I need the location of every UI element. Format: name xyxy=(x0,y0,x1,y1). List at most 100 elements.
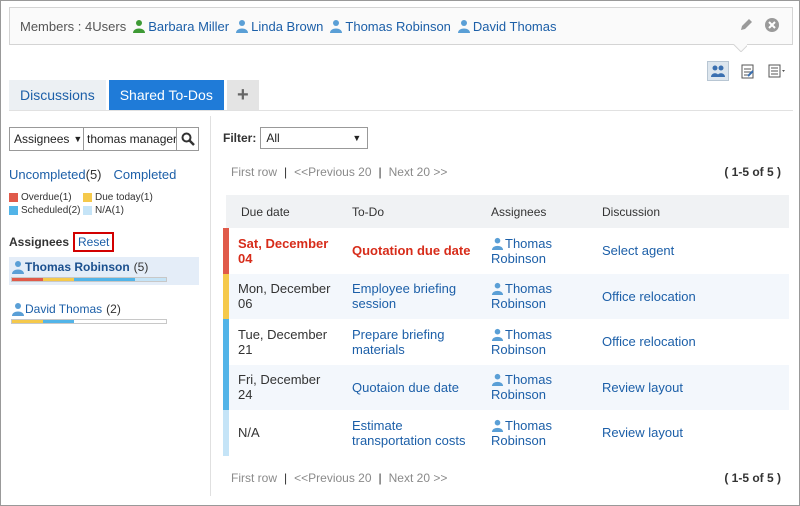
member-name: Thomas Robinson xyxy=(345,18,451,34)
filter-row: Filter: All ▼ xyxy=(223,127,369,149)
todo-table: Due date To-Do Assignees Discussion Sat,… xyxy=(223,195,792,456)
members-bar: Members : 4Users Barbara Miller Linda Br… xyxy=(9,7,793,45)
members-bar-notch xyxy=(733,44,747,52)
member-barbara-miller[interactable]: Barbara Miller xyxy=(132,19,229,34)
tab-shared-todos[interactable]: Shared To-Dos xyxy=(108,80,224,110)
pager-range: ( 1-5 of 5 ) xyxy=(724,165,781,179)
table-row: Mon, December 06 Employee briefing sessi… xyxy=(223,273,789,319)
pencil-icon[interactable] xyxy=(738,17,754,33)
member-thomas-robinson[interactable]: Thomas Robinson xyxy=(329,19,451,34)
pager-separator: | xyxy=(378,471,382,485)
assignee-cell[interactable]: Thomas Robinson xyxy=(476,364,587,410)
pager-range: ( 1-5 of 5 ) xyxy=(724,471,781,485)
user-icon xyxy=(12,261,24,274)
close-icon[interactable] xyxy=(764,17,780,33)
assignee-name-row: Thomas Robinson (5) xyxy=(11,260,197,274)
view-switcher xyxy=(707,61,789,81)
pager-separator: | xyxy=(284,165,288,179)
progress-scheduled xyxy=(42,320,74,323)
due-date-cell: N/A xyxy=(223,410,337,456)
assignee-cell[interactable]: Thomas Robinson xyxy=(476,319,587,365)
progress-na xyxy=(135,278,166,281)
previous-link[interactable]: <<Previous 20 xyxy=(294,471,371,485)
legend-due-today: Due today (1) xyxy=(83,192,193,203)
add-tab-button[interactable]: + xyxy=(226,80,259,110)
status-links: Uncompleted(5) Completed xyxy=(9,167,199,182)
progress-bar xyxy=(11,319,167,324)
member-name: David Thomas xyxy=(472,18,557,34)
next-link[interactable]: Next 20 >> xyxy=(389,471,448,485)
menu-icon[interactable] xyxy=(767,61,789,81)
completed-link[interactable]: Completed xyxy=(114,167,177,182)
table-row: N/A Estimate transportation costs Thomas… xyxy=(223,410,789,456)
pager-separator: | xyxy=(284,471,288,485)
todo-link[interactable]: Employee briefing session xyxy=(352,281,456,311)
search-input[interactable] xyxy=(84,127,177,151)
discussion-link[interactable]: Office relocation xyxy=(587,319,789,365)
tab-divider xyxy=(9,110,793,111)
chevron-down-icon: ▼ xyxy=(73,134,83,144)
table-row: Fri, December 24 Quotaion due date Thoma… xyxy=(223,364,789,410)
pager-separator: | xyxy=(378,165,382,179)
user-icon xyxy=(491,283,504,296)
assignee-item-david-thomas[interactable]: David Thomas (2) xyxy=(9,299,199,327)
todo-link[interactable]: Quotaion due date xyxy=(352,380,459,395)
assignee-cell[interactable]: Thomas Robinson xyxy=(476,228,587,274)
tab-bar: Discussions Shared To-Dos + xyxy=(9,80,259,110)
next-link[interactable]: Next 20 >> xyxy=(389,165,448,179)
members-view-icon[interactable] xyxy=(707,61,729,81)
legend-scheduled: Scheduled (2) xyxy=(9,205,83,216)
assignee-item-thomas-robinson[interactable]: Thomas Robinson (5) xyxy=(9,257,199,285)
assignee-search: Assignees ▼ xyxy=(9,127,199,151)
progress-scheduled xyxy=(73,278,136,281)
uncompleted-link[interactable]: Uncompleted(5) xyxy=(9,167,102,182)
assignee-name-row: David Thomas (2) xyxy=(11,302,197,316)
discussion-link[interactable]: Select agent xyxy=(587,228,789,274)
first-row-link[interactable]: First row xyxy=(231,165,277,179)
user-icon xyxy=(491,237,504,250)
assignee-cell[interactable]: Thomas Robinson xyxy=(476,273,587,319)
search-button[interactable] xyxy=(177,127,199,151)
filter-value: All xyxy=(266,131,280,145)
first-row-link[interactable]: First row xyxy=(231,471,277,485)
user-icon xyxy=(12,303,24,316)
assignee-count: (5) xyxy=(133,260,149,274)
previous-link[interactable]: <<Previous 20 xyxy=(294,165,371,179)
member-david-thomas[interactable]: David Thomas xyxy=(457,18,557,34)
assignees-header: Assignees Reset xyxy=(9,231,199,253)
filter-select[interactable]: All ▼ xyxy=(260,127,369,149)
table-header-row: Due date To-Do Assignees Discussion xyxy=(226,195,789,228)
left-panel: Assignees ▼ Uncompleted(5) Completed Ove… xyxy=(9,127,199,327)
col-assignees: Assignees xyxy=(476,195,587,228)
discussion-link[interactable]: Office relocation xyxy=(587,273,789,319)
tab-discussions[interactable]: Discussions xyxy=(9,80,106,110)
chevron-down-icon: ▼ xyxy=(352,133,362,143)
user-icon xyxy=(491,419,504,432)
assignee-cell[interactable]: Thomas Robinson xyxy=(476,410,587,456)
assignee-select-value: Assignees xyxy=(14,132,70,146)
col-due-date: Due date xyxy=(226,195,337,228)
reset-link[interactable]: Reset xyxy=(73,232,115,252)
member-linda-brown[interactable]: Linda Brown xyxy=(235,19,323,34)
due-date-cell: Tue, December 21 xyxy=(223,319,337,365)
progress-overdue xyxy=(12,278,43,281)
table-row: Sat, December 04 Quotation due date Thom… xyxy=(223,228,789,274)
todo-link[interactable]: Prepare briefing materials xyxy=(352,327,445,357)
discussion-link[interactable]: Review layout xyxy=(587,410,789,456)
todo-link[interactable]: Quotation due date xyxy=(352,243,470,258)
uncompleted-count: (5) xyxy=(85,167,102,182)
user-icon xyxy=(236,20,249,33)
todo-link[interactable]: Estimate transportation costs xyxy=(352,418,465,448)
user-icon xyxy=(457,20,470,33)
discussion-link[interactable]: Review layout xyxy=(587,364,789,410)
panel-divider xyxy=(210,116,211,496)
assignee-name: David Thomas xyxy=(25,302,103,316)
members-label: Members : 4Users xyxy=(20,18,127,34)
assignee-select[interactable]: Assignees ▼ xyxy=(9,127,84,151)
progress-due-today xyxy=(42,278,74,281)
filter-label: Filter: xyxy=(223,131,257,145)
status-legend: Overdue (1) Due today (1) Scheduled (2) N/A… xyxy=(9,192,199,216)
pager-top: First row | <<Previous 20 | Next 20 >> (… xyxy=(231,165,781,179)
pager-bottom: First row | <<Previous 20 | Next 20 >> (… xyxy=(231,471,781,485)
notes-view-icon[interactable] xyxy=(737,61,759,81)
